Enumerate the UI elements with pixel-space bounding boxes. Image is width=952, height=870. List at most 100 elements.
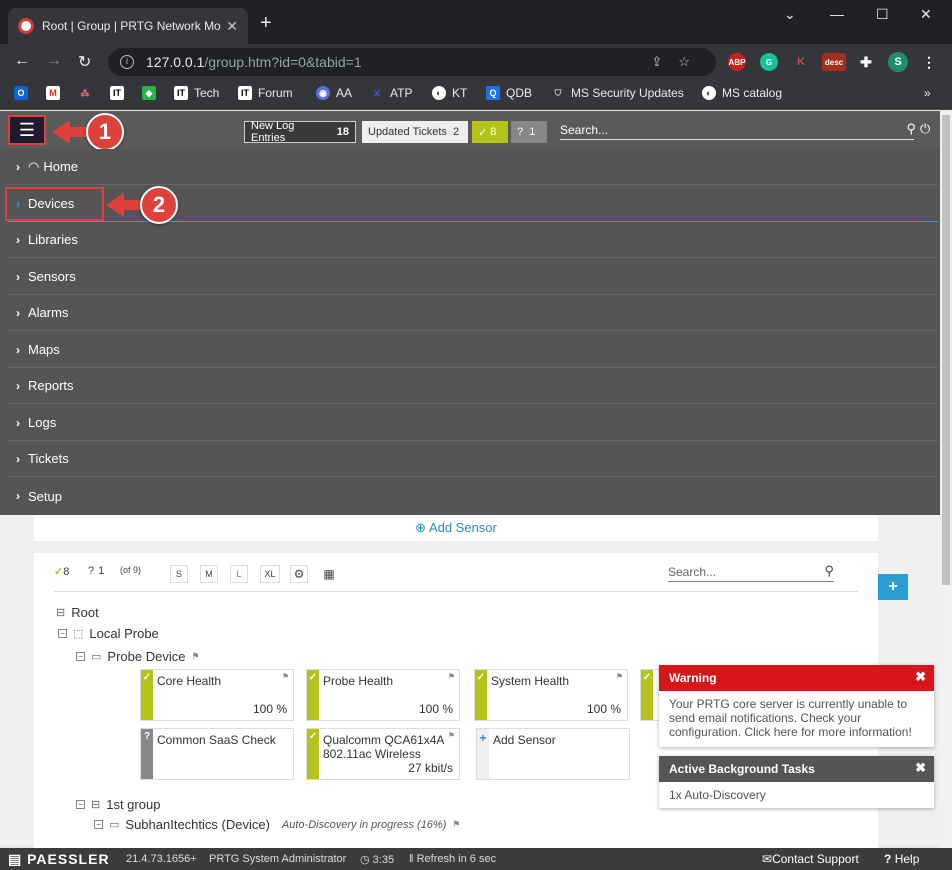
browser-tab[interactable]: Root | Group | PRTG Network Mo ✕: [8, 8, 248, 44]
tab-search-chevron-icon[interactable]: ⌄: [784, 6, 796, 23]
menu-item-setup[interactable]: › Setup: [8, 478, 938, 514]
search-icon[interactable]: ⚲: [906, 121, 916, 137]
panel-search-input[interactable]: Search... ⚲: [668, 563, 834, 582]
profile-avatar[interactable]: S: [888, 52, 908, 72]
collapse-icon[interactable]: −: [76, 800, 85, 809]
menu-item-home[interactable]: › ◠ Home: [8, 149, 938, 185]
sensor-tile-core-health[interactable]: ✓ Core Health 100 % ⚑: [140, 669, 294, 721]
bookmark-atp[interactable]: ⚔ ATP: [370, 86, 413, 100]
refresh-text[interactable]: ‖ Refresh in 6 sec: [409, 853, 496, 865]
unknown-filter[interactable]: ? 1: [88, 565, 104, 577]
tree-device[interactable]: − ▭ SubhanItechtics (Device) Auto-Discovery…: [94, 817, 460, 832]
tree-root[interactable]: ⊟ Root: [56, 605, 99, 620]
tab-close-icon[interactable]: ✕: [226, 18, 238, 35]
flag-icon[interactable]: ⚑: [452, 819, 460, 830]
unknown-sensors-badge[interactable]: ? 1: [511, 121, 547, 143]
grammarly-extension-icon[interactable]: G: [760, 53, 778, 71]
menu-item-maps[interactable]: › Maps: [8, 332, 938, 368]
back-icon[interactable]: ←: [14, 52, 30, 70]
feedly-bookmark-icon[interactable]: ◆: [142, 86, 162, 100]
bookmark-forum[interactable]: IT Forum: [238, 86, 293, 100]
menu-item-tickets[interactable]: › Tickets: [8, 441, 938, 477]
menu-item-libraries[interactable]: › Libraries: [8, 222, 938, 258]
updated-tickets-label: Updated Tickets: [368, 126, 447, 138]
menu-item-logs[interactable]: › Logs: [8, 405, 938, 441]
minimize-icon[interactable]: —: [830, 6, 844, 22]
collapse-icon[interactable]: −: [76, 652, 85, 661]
flag-icon[interactable]: ⚑: [282, 672, 289, 681]
bookmark-tech[interactable]: IT Tech: [174, 86, 219, 100]
share-star-icons[interactable]: ⇪☆: [651, 54, 706, 70]
bookmark-kt[interactable]: ◐ KT: [432, 86, 467, 100]
adblock-extension-icon[interactable]: ABP: [728, 53, 746, 71]
tree-local-probe[interactable]: − ⬚ Local Probe: [58, 626, 159, 641]
tree-probe-device[interactable]: − ▭ Probe Device ⚑: [76, 649, 200, 664]
warning-popup[interactable]: Warning ✖ Your PRTG core server is curren…: [659, 665, 934, 747]
device-icon: ▭: [91, 651, 102, 663]
scrollbar-thumb[interactable]: [942, 115, 950, 585]
menu-item-reports[interactable]: › Reports: [8, 368, 938, 404]
sensor-tile-system-health[interactable]: ✓ System Health 100 % ⚑: [474, 669, 628, 721]
gmail-bookmark-icon[interactable]: M: [46, 86, 66, 100]
logout-power-icon[interactable]: ⏻: [920, 121, 930, 137]
sensor-tile-partial[interactable]: ✓: [640, 669, 660, 721]
warning-body[interactable]: Your PRTG core server is currently unabl…: [659, 691, 934, 745]
of-total: (of 9): [120, 565, 142, 575]
contact-support-link[interactable]: ✉Contact Support: [762, 852, 859, 866]
help-link[interactable]: ? Help: [884, 852, 919, 866]
new-log-entries-badge[interactable]: New Log Entries 18: [244, 120, 356, 144]
ok-count: 8: [490, 126, 497, 138]
flag-icon[interactable]: ⚑: [616, 672, 623, 681]
flag-icon[interactable]: ⚑: [448, 672, 455, 681]
asana-bookmark-icon[interactable]: ⁂: [78, 86, 98, 100]
add-sensor-link[interactable]: ⊕ Add Sensor: [34, 515, 878, 541]
size-xl-button[interactable]: XL: [260, 565, 280, 583]
chrome-menu-icon[interactable]: ⋮: [920, 53, 938, 71]
add-sensor-tile[interactable]: + Add Sensor: [476, 728, 630, 780]
search-icon[interactable]: ⚲: [824, 563, 834, 579]
ok-sensors-badge[interactable]: ✓ 8: [472, 121, 508, 143]
reload-icon[interactable]: ↻: [78, 52, 91, 72]
close-icon[interactable]: ✖: [915, 760, 926, 776]
size-m-button[interactable]: M: [200, 565, 218, 583]
size-s-button[interactable]: S: [170, 565, 188, 583]
check-icon: ✓: [308, 672, 318, 683]
ok-filter[interactable]: ✓ 8: [54, 565, 69, 579]
bookmark-ms-security[interactable]: ⛉ MS Security Updates: [551, 86, 684, 100]
site-info-icon[interactable]: i: [120, 55, 134, 69]
bookmark-ms-catalog[interactable]: ◐ MS catalog: [702, 86, 782, 100]
close-icon[interactable]: ✖: [915, 669, 926, 685]
flag-icon[interactable]: ⚑: [191, 651, 199, 662]
sensor-tile-common-saas[interactable]: ? Common SaaS Check: [140, 728, 294, 780]
desc-extension-icon[interactable]: desc: [822, 53, 846, 71]
tree-1st-group[interactable]: − ⊟ 1st group: [76, 797, 160, 812]
bookmark-forum-label: Forum: [258, 86, 293, 100]
maximize-icon[interactable]: ☐: [876, 6, 889, 23]
grid-view-icon[interactable]: ▦: [320, 565, 338, 583]
bookmark-aa[interactable]: ◉ AA: [316, 86, 352, 100]
it-bookmark-icon[interactable]: IT: [110, 86, 130, 100]
menu-item-sensors[interactable]: › Sensors: [8, 259, 938, 295]
menu-item-alarms[interactable]: › Alarms: [8, 295, 938, 331]
close-window-icon[interactable]: ✕: [920, 6, 932, 23]
puzzle-extensions-icon[interactable]: ✚: [857, 53, 875, 71]
size-l-button[interactable]: L: [230, 565, 248, 583]
settings-gear-icon[interactable]: ⚙: [290, 565, 308, 583]
sensor-tile-wireless[interactable]: ✓ Qualcomm QCA61x4A 802.11ac Wireless 27…: [306, 728, 460, 780]
bookmark-qdb[interactable]: Q QDB: [486, 86, 532, 100]
url-bar[interactable]: i 127.0.0.1/group.htm?id=0&tabid=1 ⇪☆: [108, 48, 716, 76]
new-tab-icon[interactable]: +: [260, 12, 272, 35]
add-object-button[interactable]: +: [878, 574, 908, 600]
flag-icon[interactable]: ⚑: [448, 731, 455, 740]
outlook-bookmark-icon[interactable]: O: [14, 86, 34, 100]
hamburger-menu-icon[interactable]: ☰: [8, 115, 46, 145]
sensor-tile-probe-health[interactable]: ✓ Probe Health 100 % ⚑: [306, 669, 460, 721]
more-bookmarks-icon[interactable]: »: [924, 86, 931, 100]
updated-tickets-badge[interactable]: Updated Tickets 2: [362, 121, 468, 143]
collapse-icon[interactable]: −: [94, 820, 103, 829]
forward-icon[interactable]: →: [46, 52, 62, 70]
k-extension-icon[interactable]: K: [792, 53, 810, 71]
page-scrollbar[interactable]: [940, 111, 952, 848]
top-search-input[interactable]: Search... ⚲: [560, 121, 916, 140]
collapse-icon[interactable]: −: [58, 629, 67, 638]
